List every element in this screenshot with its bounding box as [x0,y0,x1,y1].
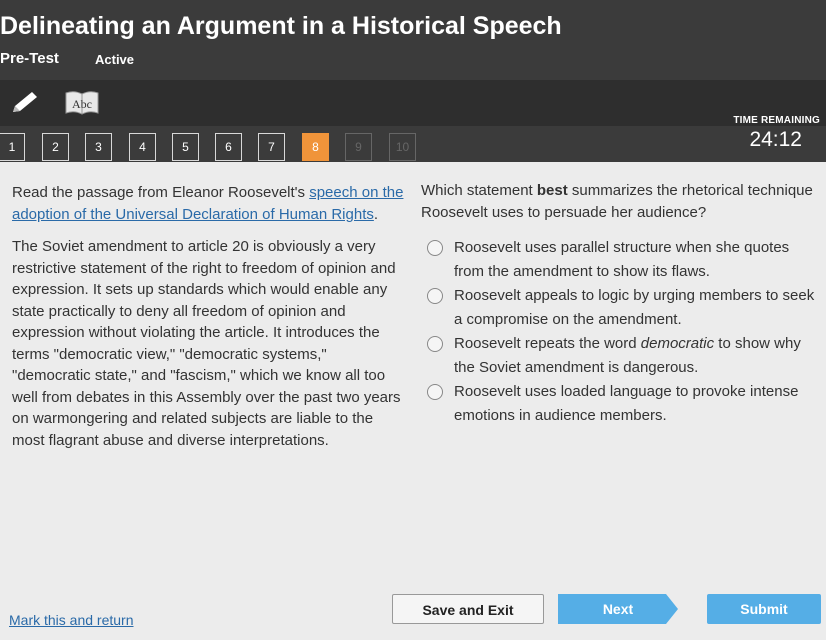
timer-value: 24:12 [749,128,802,151]
next-label: Next [602,601,634,617]
question-nav-3[interactable]: 3 [85,133,112,161]
tool-bar [0,80,826,126]
timer-label: TIME REMAINING [733,115,820,126]
question-nav-10: 10 [389,133,416,161]
question-prefix: Which statement [421,182,537,199]
pencil-icon[interactable] [10,90,42,116]
option-prefix: Roosevelt repeats the word [454,335,641,352]
radio-button[interactable] [427,384,443,400]
option-text: Roosevelt uses parallel structure when s… [454,239,790,280]
submit-button[interactable]: Submit [707,594,821,624]
question-nav-6[interactable]: 6 [215,133,242,161]
radio-button[interactable] [427,288,443,304]
question-nav-7[interactable]: 7 [258,133,285,161]
intro-prefix: Read the passage from Eleanor Roosevelt'… [12,184,310,201]
status-label: Active [95,52,135,67]
option-text: Roosevelt uses loaded language to provok… [454,383,799,424]
question-emphasis: best [536,182,568,199]
option-emphasis: democratic [640,335,715,352]
abc-dictionary-icon[interactable]: Abc [63,89,101,117]
abc-icon-label: Abc [72,97,92,111]
question-nav-1[interactable]: 1 [0,133,25,161]
next-button[interactable]: Next [558,594,678,624]
mark-and-return-link[interactable]: Mark this and return [9,612,134,628]
answer-option-4[interactable]: Roosevelt uses loaded language to provok… [427,380,819,428]
radio-button[interactable] [427,240,443,256]
passage-text: The Soviet amendment to article 20 is ob… [12,238,401,449]
answer-option-2[interactable]: Roosevelt appeals to logic by urging mem… [427,284,819,332]
option-text: Roosevelt appeals to logic by urging mem… [454,287,815,328]
question-nav-5[interactable]: 5 [172,133,199,161]
question-nav-4[interactable]: 4 [129,133,156,161]
answer-option-1[interactable]: Roosevelt uses parallel structure when s… [427,236,819,284]
question-nav-9: 9 [345,133,372,161]
radio-button[interactable] [427,336,443,352]
page-subtitle: Pre-Test [0,50,59,67]
answer-option-3[interactable]: Roosevelt repeats the word democratic to… [427,332,819,380]
intro-suffix: . [373,205,379,223]
page-title: Delineating an Argument in a Historical … [0,12,562,40]
question-nav-2[interactable]: 2 [42,133,69,161]
passage-intro: Read the passage from Eleanor Roosevelt'… [12,182,404,225]
save-exit-button[interactable]: Save and Exit [392,594,544,624]
question-prompt: Which statement best summarizes the rhet… [421,180,817,223]
option-text: Roosevelt repeats the word democratic to… [427,332,819,380]
passage-panel: Read the passage from Eleanor Roosevelt'… [12,182,404,451]
question-nav-8[interactable]: 8 [302,133,329,161]
